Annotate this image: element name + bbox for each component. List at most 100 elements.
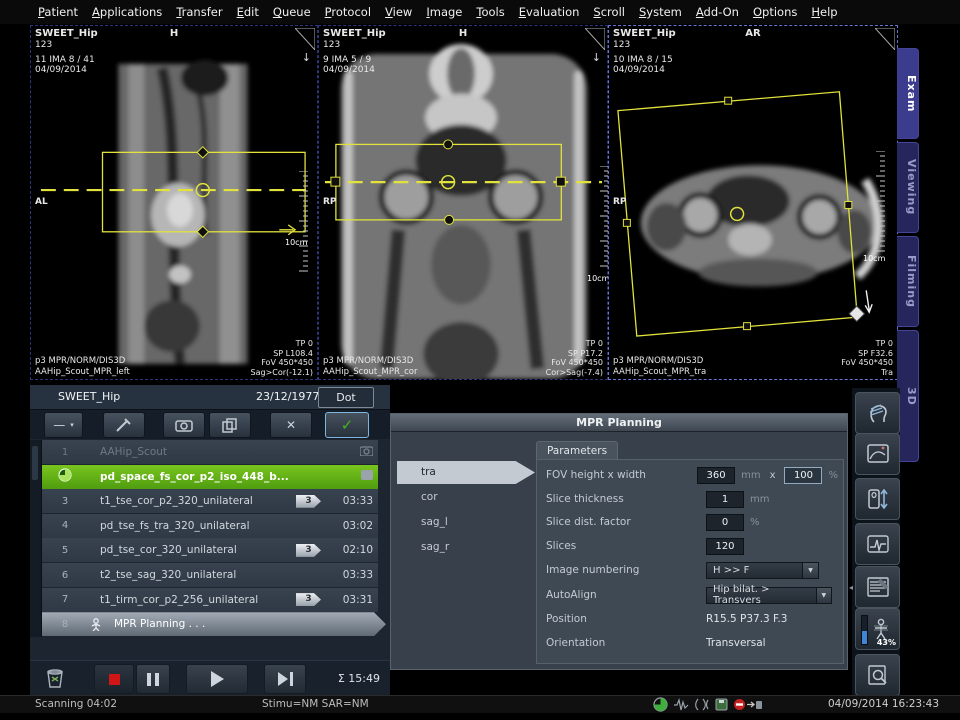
fov-width-input[interactable]	[784, 467, 822, 484]
stop-button[interactable]	[94, 664, 134, 694]
viewport-coronal[interactable]: SWEET_Hip 123 H 9 IMA 5 / 9 04/09/2014 ↓…	[318, 25, 608, 380]
skip-next-button[interactable]	[264, 664, 306, 694]
stack-corner-icon[interactable]	[295, 28, 315, 50]
viewport-sagittal[interactable]: SWEET_Hip 123 H 11 IMA 8 / 41 04/09/2014…	[30, 25, 318, 380]
menu-image[interactable]: Image	[426, 5, 462, 19]
handle-top[interactable]	[444, 140, 453, 149]
sar-gauge	[861, 615, 868, 645]
handle-bottom[interactable]	[744, 323, 751, 330]
tab-exam[interactable]: Exam	[897, 48, 919, 139]
unit-label: %	[828, 470, 838, 481]
measurement-count-badge[interactable]: 3	[296, 495, 321, 508]
mpr-view-sag-r[interactable]: sag_r	[397, 536, 535, 559]
inline-display-button[interactable]	[855, 433, 900, 475]
tab-parameters[interactable]: Parameters	[536, 441, 618, 460]
play-button[interactable]	[186, 664, 248, 694]
panel-title[interactable]: MPR Planning	[391, 414, 847, 432]
tab-3d[interactable]: 3D	[897, 330, 919, 462]
menu-protocol[interactable]: Protocol	[325, 5, 371, 19]
patient-banner: SWEET_Hip 23/12/1977 Dot	[30, 385, 390, 410]
queue-row-2-running[interactable]: pd_space_fs_cor_p2_iso_448_b...	[42, 465, 378, 489]
slices-input[interactable]	[706, 538, 744, 555]
cancel-button[interactable]: ✕	[270, 412, 312, 438]
rotation-handle[interactable]	[849, 306, 864, 321]
table-position-button[interactable]	[855, 478, 900, 520]
scroll-down-icon[interactable]: ↓	[592, 53, 601, 63]
menu-queue[interactable]: Queue	[273, 5, 311, 19]
queue-row-5[interactable]: 5 pd_tse_cor_320_unilateral 3 02:10	[42, 538, 378, 562]
roi-overlay-sagittal[interactable]	[31, 26, 317, 379]
queue-row-6[interactable]: 6 t2_tse_sag_320_unilateral 03:33	[42, 563, 378, 587]
queue-row-number: 4	[42, 520, 88, 531]
queue-scrollbar[interactable]	[30, 440, 42, 637]
image-numbering-dropdown[interactable]: H >> F ▼	[706, 562, 819, 579]
handle-left[interactable]	[623, 219, 630, 226]
vp1-mode: p3 MPR/NORM/DIS3D	[35, 356, 125, 366]
slice-dist-input[interactable]	[706, 514, 744, 531]
contrast-injector-button[interactable]	[103, 412, 145, 438]
split-dropdown-button[interactable]: — ▾	[44, 412, 83, 438]
menu-addon[interactable]: Add-On	[696, 5, 739, 19]
tab-viewing[interactable]: Viewing	[897, 142, 919, 233]
trash-icon[interactable]	[46, 668, 64, 688]
fov-height-input[interactable]	[697, 467, 735, 484]
mpr-view-sag-l[interactable]: sag_l	[397, 511, 535, 534]
stack-corner-icon[interactable]	[875, 28, 895, 50]
stack-corner-icon[interactable]	[585, 28, 605, 50]
menu-evaluation[interactable]: Evaluation	[519, 5, 580, 19]
handle-top[interactable]	[725, 97, 732, 104]
queue-row-8-selected[interactable]: 8 MPR Planning . . .	[42, 612, 386, 636]
mpr-view-cor[interactable]: cor	[397, 486, 535, 509]
menu-applications[interactable]: Applications	[92, 5, 162, 19]
protocol-printout-button[interactable]: ◂	[855, 566, 900, 608]
measurement-count-badge[interactable]: 3	[296, 593, 321, 606]
viewport-transversal[interactable]: SWEET_Hip 123 AR 10 IMA 8 / 15 04/09/201…	[608, 25, 898, 380]
physio-display-button[interactable]	[855, 523, 900, 565]
roi-overlay-coronal[interactable]	[319, 26, 607, 379]
vp3-orientation-label: AR	[745, 29, 760, 39]
queue-running-indicator	[42, 468, 88, 485]
menu-options[interactable]: Options	[753, 5, 797, 19]
dot-engine-button[interactable]: Dot	[318, 387, 374, 408]
measurement-count-badge[interactable]: 3	[296, 544, 321, 557]
handle-left[interactable]	[331, 177, 340, 186]
queue-row-1[interactable]: 1 AAHip_Scout	[42, 440, 378, 464]
queue-row-3[interactable]: 3 t1_tse_cor_p2_320_unilateral 3 03:33	[42, 489, 378, 513]
handle-bottom[interactable]	[445, 215, 454, 224]
handle-right[interactable]	[556, 177, 565, 186]
menu-view[interactable]: View	[385, 5, 412, 19]
fov-box[interactable]	[618, 92, 857, 336]
open-patient-browser-button[interactable]	[163, 412, 205, 438]
menu-patient[interactable]: Patient	[38, 5, 78, 19]
center-handle[interactable]	[731, 207, 744, 220]
pause-button[interactable]	[136, 664, 170, 694]
tab-filming[interactable]: Filming	[897, 236, 919, 327]
autoalign-dropdown[interactable]: Hip bilat. > Transvers ▼	[706, 587, 832, 604]
menu-system[interactable]: System	[639, 5, 682, 19]
chevron-down-icon[interactable]: ▼	[802, 563, 818, 578]
queue-row-4[interactable]: 4 pd_tse_fs_tra_320_unilateral 03:02	[42, 514, 378, 538]
copy-reference-button[interactable]	[209, 412, 251, 438]
queue-row-7[interactable]: 7 t1_tirm_cor_p2_256_unilateral 3 03:31	[42, 588, 378, 612]
handle-bottom[interactable]	[197, 226, 208, 237]
autoalign-head-button[interactable]	[855, 392, 900, 434]
apply-button[interactable]: ✓	[325, 412, 369, 438]
patient-table-arrows-icon	[866, 487, 890, 511]
mpr-view-tra[interactable]: tra	[397, 461, 535, 484]
menu-scroll[interactable]: Scroll	[593, 5, 625, 19]
fov-box[interactable]	[103, 152, 306, 231]
scroll-down-icon[interactable]: ↓	[302, 53, 311, 63]
handle-right[interactable]	[845, 202, 852, 209]
search-protocol-button[interactable]	[855, 654, 900, 696]
patient-birthdate: 23/12/1977	[256, 390, 319, 403]
menu-transfer[interactable]: Transfer	[176, 5, 222, 19]
menu-tools[interactable]: Tools	[476, 5, 504, 19]
sar-monitor-button[interactable]: 43%	[855, 608, 900, 650]
collapse-marker-icon[interactable]: ◂	[849, 583, 853, 592]
menu-help[interactable]: Help	[811, 5, 837, 19]
slice-thickness-input[interactable]	[706, 491, 744, 508]
chevron-down-icon[interactable]: ▼	[816, 588, 831, 603]
roi-overlay-transversal[interactable]	[609, 26, 897, 379]
handle-top[interactable]	[197, 147, 208, 158]
menu-edit[interactable]: Edit	[237, 5, 259, 19]
